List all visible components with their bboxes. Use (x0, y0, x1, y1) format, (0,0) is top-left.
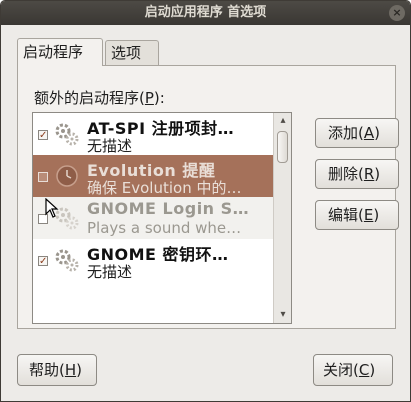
window-title: 启动应用程序 首选项 (144, 5, 267, 20)
scroll-up-arrow-icon[interactable]: ▴ (276, 115, 290, 127)
help-button[interactable]: 帮助(H) (17, 354, 97, 386)
program-description: 无描述 (87, 137, 133, 155)
enable-checkbox[interactable] (38, 172, 48, 182)
enable-checkbox[interactable]: ✓ (38, 256, 48, 267)
enable-checkbox[interactable]: ✓ (38, 130, 48, 141)
program-description: 无描述 (87, 263, 133, 281)
gears-icon (55, 249, 79, 272)
startup-list-label: 额外的启动程序(P): (34, 89, 165, 107)
add-button[interactable]: 添加(A) (315, 118, 399, 148)
mouse-pointer-icon (45, 198, 59, 218)
list-item[interactable]: ✓ GNOME 密钥环… 无描述 (33, 239, 273, 283)
list-item[interactable]: ✓ AT-SPI 注册项封… 无描述 (33, 113, 273, 155)
scroll-down-arrow-icon[interactable]: ▾ (276, 309, 290, 321)
tab-panel: 额外的启动程序(P): ✓ AT-SPI 注册项封… 无描述 Evolution… (17, 65, 399, 329)
startup-program-list[interactable]: ✓ AT-SPI 注册项封… 无描述 Evolution 提醒 确保 Evolu… (32, 112, 292, 324)
list-item[interactable]: GNOME Login S… Plays a sound whe… (33, 197, 273, 239)
program-description: 确保 Evolution 中的… (87, 179, 242, 197)
tab-startup-programs[interactable]: 启动程序 (17, 38, 103, 66)
scrollbar-thumb[interactable] (277, 131, 288, 163)
program-description: Plays a sound whe… (87, 219, 242, 237)
edit-button[interactable]: 编辑(E) (315, 200, 399, 230)
list-item[interactable]: Evolution 提醒 确保 Evolution 中的… (33, 155, 273, 197)
list-scrollbar[interactable]: ▴ ▾ (273, 113, 291, 323)
program-name: GNOME Login S… (87, 199, 250, 218)
gears-icon (55, 123, 79, 146)
close-button[interactable]: 关闭(C) (313, 354, 393, 386)
clock-icon (56, 165, 78, 187)
title-bar[interactable]: 启动应用程序 首选项 × (1, 1, 410, 25)
remove-button[interactable]: 删除(R) (315, 159, 399, 189)
preferences-window: 启动应用程序 首选项 × 启动程序 选项 额外的启动程序(P): ✓ AT-SP… (0, 0, 411, 402)
window-close-icon[interactable]: × (389, 5, 405, 21)
tab-options[interactable]: 选项 (105, 40, 159, 65)
